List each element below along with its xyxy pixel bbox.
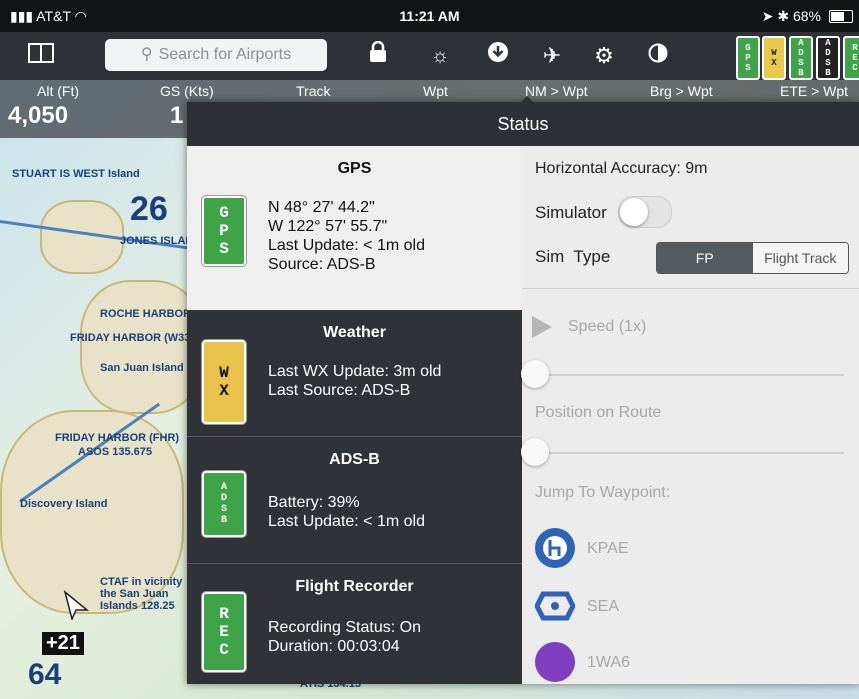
sim-type-label: Sim Type [535, 247, 611, 266]
location-icon: ➤ [761, 8, 774, 24]
gps-source: Source: ADS-B [268, 256, 376, 273]
recording-duration: Duration: 00:03:04 [268, 638, 400, 655]
adsb-device-chip[interactable]: ADSB [816, 36, 840, 80]
info-value-groundspeed: 1 [170, 102, 184, 129]
speed-label: Speed (1x) [568, 318, 647, 335]
info-label-ete: ETE > Wpt [780, 83, 849, 99]
contrast-icon[interactable] [642, 40, 674, 72]
adsb-badge: ADSB [201, 470, 247, 538]
airport-1wa6-icon[interactable] [535, 642, 575, 682]
rec-badge: REC [201, 591, 247, 673]
clock: 11:21 AM [399, 8, 460, 24]
battery-percent: 68% [792, 8, 821, 24]
vor-sea-icon[interactable] [534, 586, 576, 626]
battery-icon [829, 10, 853, 23]
recorder-section: Flight Recorder REC Recording Status: On… [187, 564, 522, 684]
info-label-track: Track [296, 83, 331, 99]
play-icon[interactable] [532, 316, 552, 338]
status-panel: Status GPS GPS N 48° 27' 44.2" W 122° 57… [187, 96, 859, 684]
search-icon: ⚲ [140, 46, 153, 63]
ownship-icon [60, 589, 90, 622]
speed-slider-knob[interactable] [521, 360, 549, 388]
map-label: FRIDAY HARBOR (W33) [70, 332, 195, 344]
adsb-title: ADS-B [329, 451, 380, 468]
brightness-icon[interactable]: ☼ [424, 40, 456, 72]
gps-badge: GPS [201, 195, 247, 267]
info-label-groundspeed: GS (Kts) [160, 83, 214, 99]
position-on-route-label: Position on Route [535, 404, 662, 421]
status-right-column: Horizontal Accuracy: 9m Simulator Sim Ty… [521, 146, 859, 684]
simulator-toggle[interactable] [618, 196, 672, 228]
horizontal-accuracy: Horizontal Accuracy: 9m [535, 160, 708, 177]
status-right: ➤ ✱ 68% [762, 8, 821, 25]
split-view-icon[interactable] [25, 40, 57, 72]
speed-slider-track[interactable] [548, 374, 844, 376]
info-value-altitude: 4,050 [8, 102, 69, 129]
panel-title: Status [187, 102, 859, 146]
gps-latitude: N 48° 27' 44.2" [268, 199, 375, 216]
wx-last-update: Last WX Update: 3m old [268, 363, 442, 380]
map-label: CTAF in vicinity the San Juan Islands 12… [100, 576, 183, 612]
sim-type-segmented-control[interactable]: FP Flight Track [656, 242, 849, 274]
map-label: 26 [130, 190, 168, 228]
recording-status: Recording Status: On [268, 619, 421, 636]
gps-title: GPS [337, 160, 372, 177]
top-toolbar: ⚲ Search for Airports ☼ ✈ ⚙ GPS WX ADSB A… [0, 32, 859, 80]
map-label: San Juan Island [100, 362, 184, 374]
ios-status-bar: ▮▮▮ AT&T ◠ 11:21 AM ➤ ✱ 68% [0, 0, 859, 32]
adsb-last-update: Last Update: < 1m old [268, 513, 425, 530]
map-label: FRIDAY HARBOR (FHR) [55, 432, 180, 444]
sim-type-fp[interactable]: FP [657, 243, 753, 273]
search-placeholder: Search for Airports [158, 46, 292, 63]
gps-last-update: Last Update: < 1m old [268, 237, 425, 254]
waypoint-1wa6[interactable]: 1WA6 [587, 654, 630, 672]
toggle-knob [620, 198, 648, 226]
waypoint-sea[interactable]: SEA [587, 598, 619, 616]
adsb-battery: Battery: 39% [268, 494, 360, 511]
rec-chip[interactable]: REC [843, 36, 859, 80]
map-label: Discovery Island [20, 498, 108, 510]
status-left-column: GPS GPS N 48° 27' 44.2" W 122° 57' 55.7"… [187, 146, 522, 684]
info-label-bearing: Brg > Wpt [650, 83, 713, 99]
panel-pointer [517, 96, 537, 106]
adsb-details: Battery: 39% Last Update: < 1m old [268, 493, 425, 531]
adsb-chip[interactable]: ADSB [789, 36, 813, 80]
right-divider [522, 288, 859, 289]
altitude-tag: +21 [42, 632, 84, 655]
map-label: ROCHE HARBOR [100, 308, 192, 320]
position-slider-knob[interactable] [521, 438, 549, 466]
adsb-section: ADS-B ADSB Battery: 39% Last Update: < 1… [187, 437, 522, 563]
waypoint-kpae[interactable]: KPAE [587, 540, 629, 558]
wx-chip[interactable]: WX [762, 36, 786, 80]
sim-type-flight-track[interactable]: Flight Track [752, 243, 848, 273]
bluetooth-icon: ✱ [777, 8, 790, 24]
gps-details: N 48° 27' 44.2" W 122° 57' 55.7" Last Up… [268, 198, 425, 274]
airport-search-input[interactable]: ⚲ Search for Airports [105, 39, 327, 71]
map-label: STUART IS WEST Island [12, 168, 140, 180]
map-island [80, 280, 204, 414]
info-label-waypoint: Wpt [423, 83, 448, 99]
info-label-altitude: Alt (Ft) [37, 83, 79, 99]
map-label: 64 [28, 658, 62, 691]
gps-chip[interactable]: GPS [736, 36, 760, 80]
wx-last-source: Last Source: ADS-B [268, 382, 411, 399]
position-slider-track[interactable] [548, 452, 844, 454]
download-icon[interactable] [482, 40, 514, 72]
weather-section: Weather WX Last WX Update: 3m old Last S… [187, 310, 522, 436]
weather-details: Last WX Update: 3m old Last Source: ADS-… [268, 362, 441, 400]
gps-longitude: W 122° 57' 55.7" [268, 218, 388, 235]
recorder-details: Recording Status: On Duration: 00:03:04 [268, 618, 421, 656]
airport-kpae-icon[interactable] [535, 528, 575, 568]
wx-badge: WX [201, 339, 247, 425]
simulator-label: Simulator [535, 203, 607, 222]
airplane-icon[interactable]: ✈ [536, 40, 568, 72]
lock-icon[interactable] [362, 40, 394, 72]
battery-fill [831, 12, 844, 21]
map-label: ASOS 135.675 [78, 446, 152, 458]
gps-section: GPS GPS N 48° 27' 44.2" W 122° 57' 55.7"… [187, 146, 522, 310]
gear-icon[interactable]: ⚙ [588, 40, 620, 72]
jump-to-waypoint-label: Jump To Waypoint: [535, 484, 671, 501]
